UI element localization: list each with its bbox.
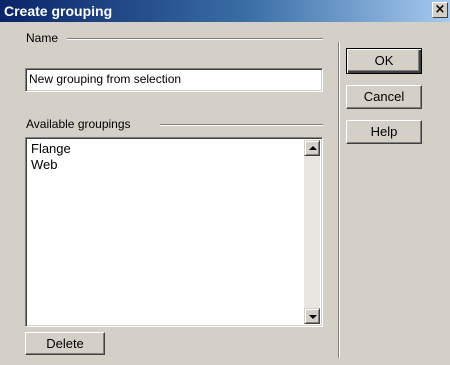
available-groupings-label: Available groupings <box>26 117 131 131</box>
name-input[interactable] <box>29 72 319 86</box>
help-button[interactable]: Help <box>346 120 422 144</box>
scroll-up-button[interactable] <box>304 140 320 156</box>
close-button[interactable]: × <box>432 2 448 18</box>
name-label: Name <box>26 31 59 45</box>
cancel-button[interactable]: Cancel <box>346 85 422 109</box>
window-title: Create grouping <box>4 3 113 19</box>
name-section-divider <box>67 38 323 40</box>
delete-button[interactable]: Delete <box>25 332 105 355</box>
name-field[interactable] <box>25 68 323 92</box>
list-item[interactable]: Web <box>31 157 58 172</box>
groupings-listbox[interactable]: Flange Web <box>25 137 323 327</box>
groupings-section-divider <box>160 124 323 126</box>
list-item[interactable]: Flange <box>31 141 71 156</box>
list-scrollbar[interactable] <box>304 140 320 324</box>
vertical-divider <box>338 42 340 358</box>
title-bar[interactable]: Create grouping × <box>0 0 450 22</box>
arrow-down-icon <box>309 315 317 319</box>
ok-button[interactable]: OK <box>346 48 422 74</box>
arrow-up-icon <box>309 146 317 150</box>
close-icon: × <box>434 2 446 17</box>
scroll-down-button[interactable] <box>304 308 320 324</box>
